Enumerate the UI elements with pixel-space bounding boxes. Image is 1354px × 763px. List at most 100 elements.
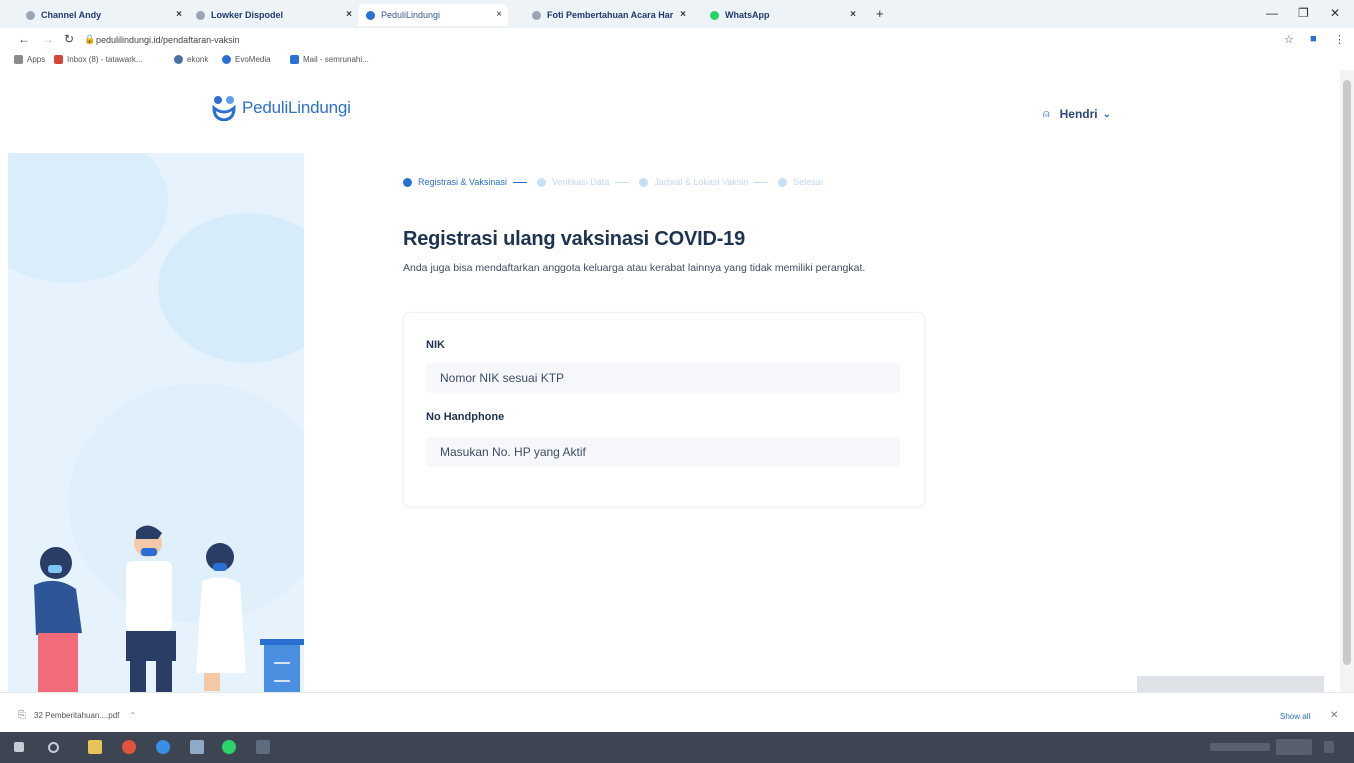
forward-arrow-icon[interactable]: → [42, 32, 54, 46]
phone-label: No Handphone [426, 411, 505, 423]
vaccination-illustration [8, 153, 304, 692]
url-field[interactable]: pedulilindungi.id/pendaftaran-vaksin [96, 35, 240, 45]
windows-taskbar [0, 732, 1354, 763]
user-menu[interactable]: ⍝ Hendri ⌄ [1043, 107, 1111, 121]
step-connector [512, 181, 527, 183]
reload-icon[interactable]: ↻ [64, 32, 74, 46]
screen: Channel Andy × Lowker Dispodel × PeduliL… [0, 0, 1354, 763]
file-explorer-icon[interactable] [88, 740, 102, 754]
browser-tab-bar: Channel Andy × Lowker Dispodel × PeduliL… [0, 0, 1354, 28]
step-label: Verifikasi Data [551, 177, 610, 187]
page-content: PeduliLindungi ⍝ Hendri ⌄ Registrasi & V… [0, 70, 1340, 692]
download-filename: 32 Pemberitahuan....pdf [34, 711, 120, 720]
system-tray-icons[interactable] [1210, 743, 1270, 751]
star-icon[interactable]: ☆ [1284, 33, 1294, 46]
menu-dots-icon[interactable]: ⋮ [1334, 33, 1345, 46]
step-label: Jadwal & Lokasi Vaksin [654, 177, 749, 187]
download-item[interactable]: ⎘ 32 Pemberitahuan....pdf ⌃ [18, 710, 136, 721]
new-tab-button[interactable]: + [876, 6, 884, 21]
notifications-icon[interactable] [1324, 741, 1334, 753]
app-icon[interactable] [256, 740, 270, 754]
globe-icon [222, 55, 231, 64]
page-scrollbar[interactable] [1340, 70, 1354, 692]
step-connector [615, 181, 630, 183]
favicon-icon [532, 10, 541, 20]
favicon-icon [366, 10, 375, 20]
windows-start-icon[interactable] [14, 742, 24, 752]
footer-strip [1137, 676, 1324, 692]
tab-lowker[interactable]: Lowker Dispodel × [188, 4, 358, 26]
tab-pedulilindungi[interactable]: PeduliLindungi × [358, 4, 508, 26]
site-logo[interactable]: PeduliLindungi [212, 95, 351, 121]
address-bar: ← → ↻ 🔒 pedulilindungi.id/pendaftaran-va… [0, 28, 1354, 52]
close-icon[interactable]: ✕ [1330, 710, 1338, 721]
store-icon[interactable] [190, 740, 204, 754]
nik-input[interactable] [426, 363, 900, 393]
minimize-icon[interactable]: — [1266, 6, 1278, 20]
step-jadwal: Jadwal & Lokasi Vaksin [639, 177, 769, 187]
bookmark-label: ekonk [187, 55, 209, 64]
page-subtitle: Anda juga bisa mendaftarkan anggota kelu… [403, 262, 866, 274]
back-arrow-icon[interactable]: ← [18, 32, 30, 46]
user-icon: ⍝ [1043, 107, 1050, 120]
tab-whatsapp[interactable]: WhatsApp × [702, 4, 862, 26]
bookmark-ekonk[interactable]: ekonk [174, 55, 208, 64]
step-dot [536, 177, 546, 187]
chevron-down-icon: ⌄ [1102, 108, 1112, 120]
people-vaccination-icon [34, 525, 304, 692]
browser-icon[interactable] [156, 740, 170, 754]
bookmark-inbox[interactable]: Inbox (8) - tatawark... [54, 55, 143, 64]
clock[interactable] [1276, 739, 1312, 755]
bookmark-mail[interactable]: Mail - semrunahi... [290, 55, 369, 64]
tab-close-icon[interactable]: × [346, 9, 352, 20]
tab-close-icon[interactable]: × [176, 9, 182, 20]
step-dot [778, 177, 788, 187]
nik-label: NIK [426, 339, 445, 351]
downloads-bar: ⎘ 32 Pemberitahuan....pdf ⌃ Show all ✕ [0, 692, 1354, 732]
step-registrasi: Registrasi & Vaksinasi [403, 177, 527, 187]
search-icon[interactable] [48, 742, 59, 753]
bookmark-label: Apps [27, 55, 46, 64]
tab-label: Lowker Dispodel [211, 10, 284, 20]
tab-channel[interactable]: Channel Andy × [18, 4, 188, 26]
pedulilindungi-logo-icon [212, 96, 236, 121]
phone-input[interactable] [426, 437, 900, 467]
pdf-file-icon: ⎘ [18, 710, 26, 721]
bookmark-evomedia[interactable]: EvoMedia [222, 55, 271, 64]
mail-icon [290, 55, 299, 64]
step-label: Registrasi & Vaksinasi [418, 177, 507, 187]
bookmark-label: Mail - semrunahi... [303, 55, 369, 64]
tab-close-icon[interactable]: × [850, 9, 856, 20]
bookmark-apps[interactable]: Apps [14, 55, 45, 64]
lock-icon[interactable]: 🔒 [84, 34, 95, 45]
whatsapp-icon[interactable] [222, 740, 236, 754]
registration-form-card: NIK No Handphone [403, 312, 925, 507]
tab-foti[interactable]: Foti Pembertahuan Acara Har × [524, 4, 692, 26]
favicon-icon [710, 10, 719, 20]
page-title: Registrasi ulang vaksinasi COVID-19 [403, 228, 746, 250]
chrome-icon[interactable] [122, 740, 136, 754]
scroll-thumb[interactable] [1343, 80, 1351, 665]
apps-grid-icon [14, 55, 23, 64]
show-all-link[interactable]: Show all [1280, 712, 1310, 721]
tab-label: Foti Pembertahuan Acara Har [547, 10, 674, 20]
close-window-icon[interactable]: ✕ [1330, 6, 1340, 20]
tab-label: PeduliLindungi [381, 10, 441, 20]
logo-text: PeduliLindungi [242, 98, 351, 117]
maximize-icon[interactable]: ❐ [1298, 6, 1309, 20]
chevron-up-icon[interactable]: ⌃ [129, 711, 136, 720]
favicon-icon [26, 10, 35, 20]
step-dot [403, 177, 412, 187]
bookmark-label: EvoMedia [235, 55, 271, 64]
tab-close-icon[interactable]: × [680, 9, 686, 20]
tab-label: Channel Andy [41, 10, 102, 20]
step-connector [754, 181, 769, 183]
bookmark-label: Inbox (8) - tatawark... [67, 55, 143, 64]
favicon-icon [196, 10, 205, 20]
tab-close-icon[interactable]: × [496, 9, 502, 20]
step-dot [639, 177, 649, 187]
tab-label: WhatsApp [725, 10, 770, 20]
extension-icon[interactable]: ■ [1310, 33, 1317, 45]
step-selesai: Selesai [778, 177, 823, 187]
step-verifikasi: Verifikasi Data [536, 177, 630, 187]
